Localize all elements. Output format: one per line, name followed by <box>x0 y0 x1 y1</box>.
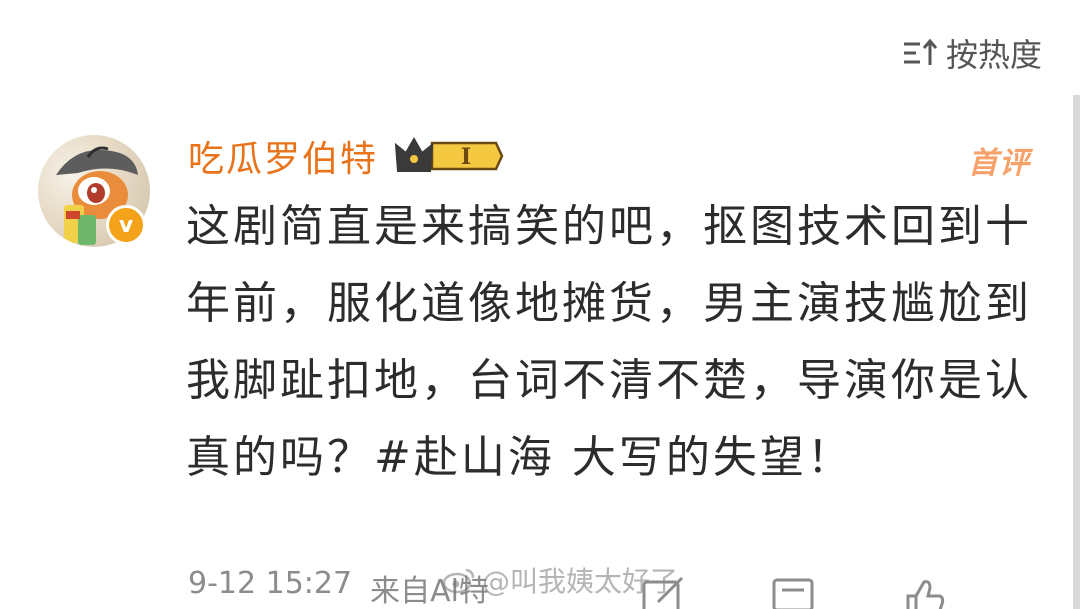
sort-label: 按热度 <box>945 36 1042 74</box>
comment-text: 这剧简直是来搞笑的吧，抠图技术回到十年前，服化道像地摊货，男主演技尴尬到我脚趾扣… <box>186 201 1032 483</box>
crown-level-badge-icon[interactable]: I <box>392 133 504 179</box>
scrollbar[interactable] <box>1073 95 1080 609</box>
username[interactable]: 吃瓜罗伯特 <box>188 130 378 182</box>
comment-screen: 按热度 v 吃瓜罗伯特 I 首评 这剧简直是来搞笑的吧，抠图技术回到十年前，服化… <box>0 0 1080 609</box>
verified-badge-icon: v <box>106 205 146 245</box>
weibo-logo-icon <box>442 566 476 594</box>
sort-icon <box>902 38 938 68</box>
user-row: 吃瓜罗伯特 I <box>188 130 504 182</box>
level-badge-number: I <box>461 144 471 170</box>
comment-timestamp: 9-12 15:27 <box>188 566 353 601</box>
like-icon[interactable] <box>900 574 948 609</box>
action-bar <box>640 574 948 609</box>
first-comment-tag: 首评 <box>968 146 1030 181</box>
share-icon[interactable] <box>640 574 688 609</box>
sort-by-hot-button[interactable]: 按热度 <box>902 30 1042 76</box>
comment-icon[interactable] <box>770 574 818 609</box>
